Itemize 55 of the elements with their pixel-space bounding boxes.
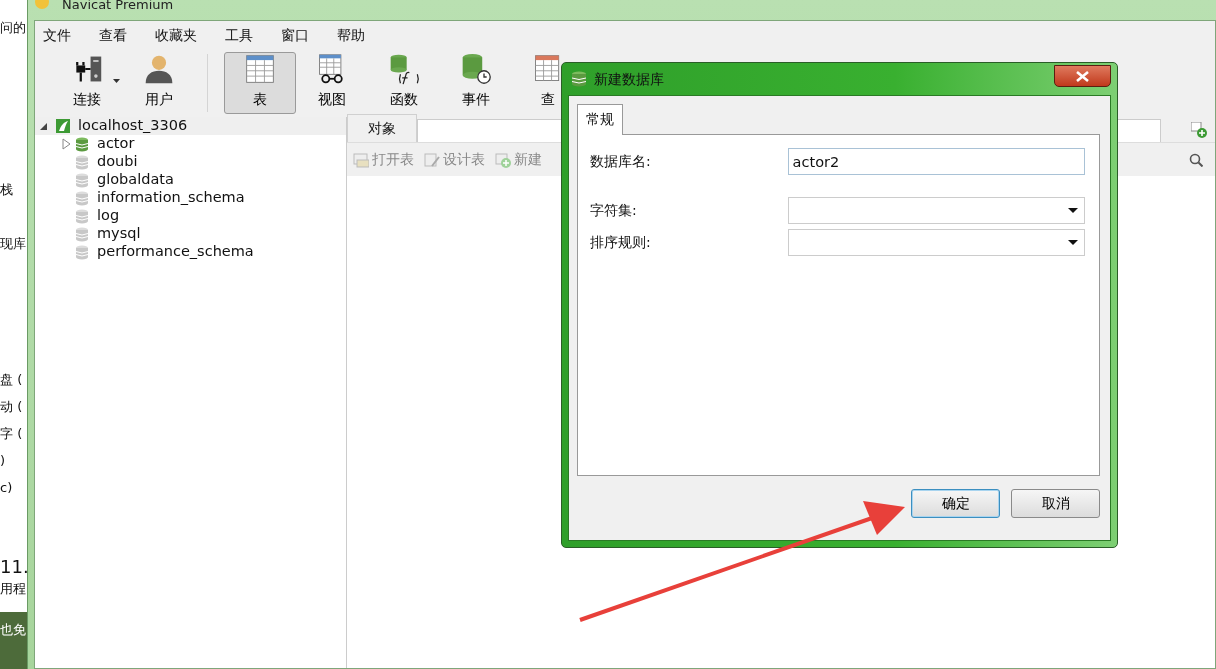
menu-item[interactable]: 窗口 — [279, 24, 323, 46]
background-text: ) — [0, 452, 6, 470]
tree-item[interactable]: performance_schema — [35, 243, 346, 261]
pencil-table-icon — [424, 151, 440, 168]
menu-item[interactable]: 文件 — [41, 24, 85, 46]
background-text: 盘 ( — [0, 371, 23, 389]
caret-icon — [1068, 240, 1078, 245]
add-icon — [1191, 122, 1207, 138]
toolbar-button[interactable]: 连接 — [51, 52, 123, 114]
background-text: c) — [0, 479, 13, 497]
toolbar-button[interactable]: 函数 — [368, 52, 440, 114]
background-text: 动 ( — [0, 398, 23, 416]
tree-item[interactable]: information_schema — [35, 189, 346, 207]
toolbar-button[interactable]: 视图 — [296, 52, 368, 114]
background-text: 现库 — [0, 235, 26, 253]
server-icon — [56, 119, 70, 133]
dialog-button[interactable]: 确定 — [911, 488, 1000, 518]
close-icon — [1076, 70, 1089, 82]
background-text: 也免 — [0, 621, 26, 639]
tree-item[interactable]: actor — [35, 135, 346, 153]
add-table-icon — [495, 151, 511, 168]
database-icon — [572, 71, 586, 87]
background-text: 11. — [0, 555, 27, 579]
window-title: Navicat Premium — [62, 0, 174, 12]
tree-item[interactable]: globaldata — [35, 171, 346, 189]
open-table-icon — [353, 151, 369, 168]
tree-item[interactable]: log — [35, 207, 346, 225]
dropdown-field[interactable] — [787, 229, 1085, 256]
tree-item[interactable]: localhost_3306 — [35, 117, 346, 135]
dialog-title: 新建数据库 — [594, 69, 664, 89]
input-field[interactable]: actor2 — [787, 148, 1085, 175]
background-text: 栈 — [0, 181, 13, 199]
toolbar-button[interactable]: 表 — [224, 52, 296, 114]
field-label: 数据库名: — [590, 152, 652, 171]
background-text: 问的 — [0, 19, 26, 37]
background-text: 用程 — [0, 580, 26, 598]
tree-item[interactable]: mysql — [35, 225, 346, 243]
menu-item[interactable]: 收藏夹 — [153, 24, 211, 46]
dialog-button[interactable]: 取消 — [1011, 488, 1100, 518]
photo-placeholder — [0, 612, 27, 669]
search-icon — [1189, 152, 1203, 167]
menu-item[interactable]: 帮助 — [335, 24, 379, 46]
background-text: 字 ( — [0, 425, 23, 443]
toolbar-button[interactable]: 用户 — [123, 52, 195, 114]
field-label: 排序规则: — [590, 233, 652, 252]
tree-item[interactable]: doubi — [35, 153, 346, 171]
menu-item[interactable]: 工具 — [223, 24, 267, 46]
menu-item[interactable]: 查看 — [97, 24, 141, 46]
close-button[interactable] — [1054, 65, 1111, 87]
dialog-tab[interactable]: 常规 — [577, 104, 623, 135]
object-tab[interactable]: 对象 — [347, 114, 417, 142]
field-label: 字符集: — [590, 201, 638, 220]
caret-icon — [1068, 208, 1078, 213]
toolbar-button[interactable]: 事件 — [440, 52, 512, 114]
dropdown-field[interactable] — [787, 197, 1085, 224]
